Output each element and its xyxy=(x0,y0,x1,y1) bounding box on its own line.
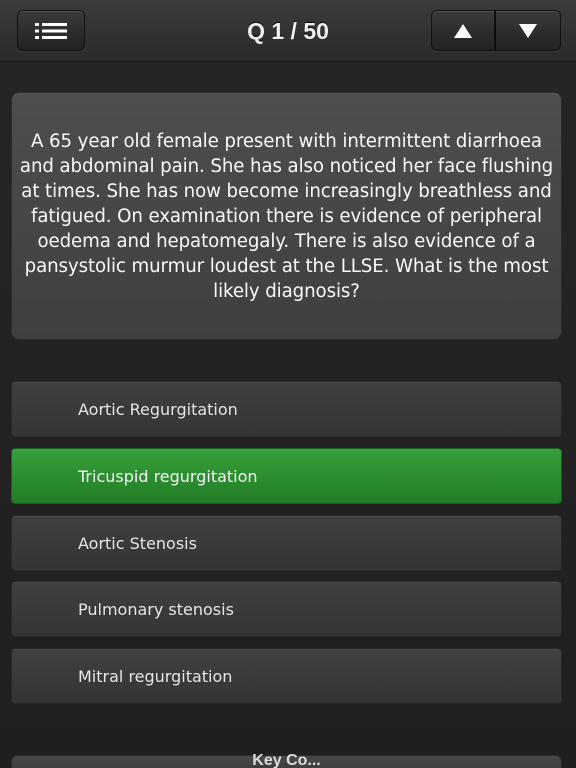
answer-option-5[interactable]: Mitral regurgitation xyxy=(11,648,562,704)
key-concepts-button[interactable]: Key Co... xyxy=(11,752,562,768)
key-concepts-label: Key Co... xyxy=(252,752,321,768)
answer-option-4[interactable]: Pulmonary stenosis xyxy=(11,581,562,637)
question-card: A 65 year old female present with interm… xyxy=(11,92,562,340)
top-navigation-bar: Q 1 / 50 xyxy=(0,0,576,62)
answer-label: Aortic Stenosis xyxy=(78,533,197,553)
next-question-button[interactable] xyxy=(495,10,561,51)
triangle-up-icon xyxy=(454,23,472,38)
menu-button[interactable] xyxy=(17,10,85,51)
question-text: A 65 year old female present with interm… xyxy=(19,130,554,302)
answer-option-1[interactable]: Aortic Regurgitation xyxy=(11,381,562,437)
answer-label: Pulmonary stenosis xyxy=(78,599,234,619)
triangle-down-icon xyxy=(519,23,537,38)
answer-option-2-correct[interactable]: Tricuspid regurgitation xyxy=(11,448,562,504)
previous-question-button[interactable] xyxy=(431,10,495,51)
answer-label: Tricuspid regurgitation xyxy=(78,466,258,486)
answer-option-3[interactable]: Aortic Stenosis xyxy=(11,515,562,571)
answer-label: Mitral regurgitation xyxy=(78,666,233,686)
list-menu-icon xyxy=(35,22,67,39)
question-counter-title: Q 1 / 50 xyxy=(247,17,329,44)
answer-label: Aortic Regurgitation xyxy=(78,399,238,419)
quiz-screen: Q 1 / 50 A 65 year old female present wi… xyxy=(0,0,576,768)
